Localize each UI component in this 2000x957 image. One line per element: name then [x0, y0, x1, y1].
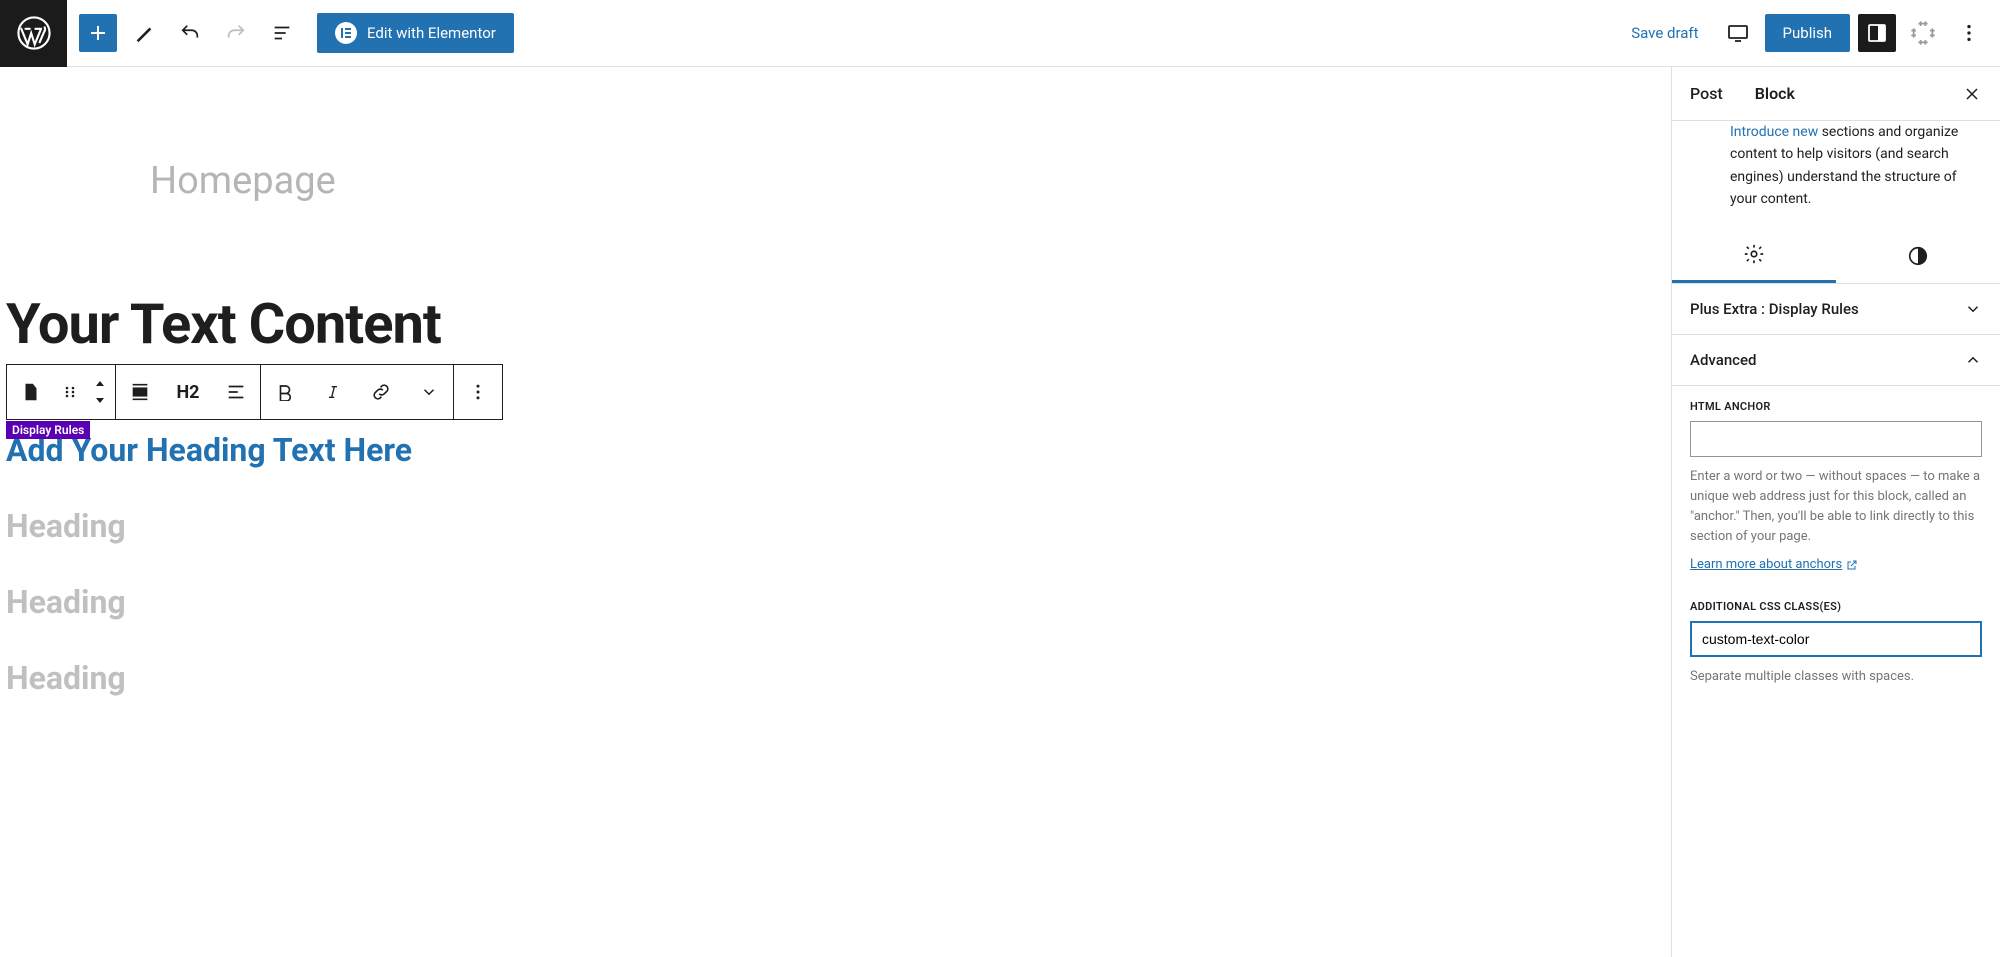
sub-tab-styles[interactable] [1836, 229, 2000, 283]
redo-button[interactable] [217, 14, 255, 52]
edit-with-elementor-button[interactable]: Edit with Elementor [317, 13, 514, 53]
heading-block[interactable]: Heading [0, 469, 1671, 545]
anchor-help: Enter a word or two — without spaces — t… [1690, 467, 1982, 548]
settings-sidebar: Post Block Introduce new sections and or… [1672, 67, 2000, 957]
block-options-button[interactable] [454, 365, 502, 419]
text-align-button[interactable] [212, 365, 260, 419]
topbar-right: Save draft Publish [1619, 14, 2000, 52]
sidebar-tabs: Post Block [1672, 67, 2000, 121]
link-button[interactable] [357, 365, 405, 419]
move-up-down[interactable] [85, 365, 115, 419]
view-button[interactable] [1719, 14, 1757, 52]
italic-button[interactable] [309, 365, 357, 419]
plugin-button[interactable] [1904, 14, 1942, 52]
chevron-down-icon [1964, 300, 1982, 318]
options-button[interactable] [1950, 14, 1988, 52]
document-overview-button[interactable] [263, 14, 301, 52]
save-draft-button[interactable]: Save draft [1619, 16, 1710, 50]
topbar: Edit with Elementor Save draft Publish [0, 0, 2000, 67]
anchor-label: HTML ANCHOR [1690, 400, 1982, 413]
settings-toggle-button[interactable] [1858, 14, 1896, 52]
elementor-icon [335, 22, 357, 44]
block-toolbar: H2 [6, 364, 503, 420]
panel-advanced[interactable]: Advanced [1672, 335, 2000, 386]
tab-block[interactable]: Block [1755, 84, 1795, 103]
panel-display-rules[interactable]: Plus Extra : Display Rules [1672, 284, 2000, 335]
bold-button[interactable] [261, 365, 309, 419]
wordpress-logo[interactable] [0, 0, 67, 67]
align-button[interactable] [116, 365, 164, 419]
content-heading: Your Text Content [0, 203, 1671, 357]
tools-button[interactable] [125, 14, 163, 52]
html-anchor-input[interactable] [1690, 421, 1982, 457]
topbar-left: Edit with Elementor [67, 13, 526, 53]
anchor-section: HTML ANCHOR Enter a word or two — withou… [1672, 386, 2000, 587]
heading-block[interactable]: Heading [0, 545, 1671, 621]
heading-level-button[interactable]: H2 [164, 365, 212, 419]
css-classes-section: ADDITIONAL CSS CLASS(ES) Separate multip… [1672, 586, 2000, 701]
heading-block[interactable]: Heading [0, 621, 1671, 697]
more-rich-text-button[interactable] [405, 365, 453, 419]
chevron-up-icon [1964, 351, 1982, 369]
block-sub-tabs [1672, 229, 2000, 284]
publish-button[interactable]: Publish [1765, 14, 1850, 52]
page-title[interactable]: Homepage [0, 67, 1671, 203]
css-label: ADDITIONAL CSS CLASS(ES) [1690, 600, 1982, 613]
edit-elementor-label: Edit with Elementor [367, 24, 496, 42]
css-help: Separate multiple classes with spaces. [1690, 667, 1982, 687]
tab-post[interactable]: Post [1690, 84, 1723, 103]
anchor-learn-more-link[interactable]: Learn more about anchors [1690, 557, 1858, 572]
undo-button[interactable] [171, 14, 209, 52]
display-rules-tag: Display Rules [6, 421, 90, 439]
add-block-button[interactable] [79, 14, 117, 52]
sidebar-body: Introduce new sections and organize cont… [1672, 121, 2000, 957]
block-type-icon[interactable] [7, 365, 55, 419]
close-sidebar-button[interactable] [1962, 84, 1982, 104]
css-classes-input[interactable] [1690, 621, 1982, 657]
sub-tab-settings[interactable] [1672, 229, 1836, 283]
drag-handle[interactable] [55, 365, 85, 419]
block-description: Introduce new sections and organize cont… [1672, 121, 2000, 229]
external-link-icon [1846, 559, 1858, 571]
editor-canvas[interactable]: Homepage Your Text Content H2 [0, 67, 1672, 957]
